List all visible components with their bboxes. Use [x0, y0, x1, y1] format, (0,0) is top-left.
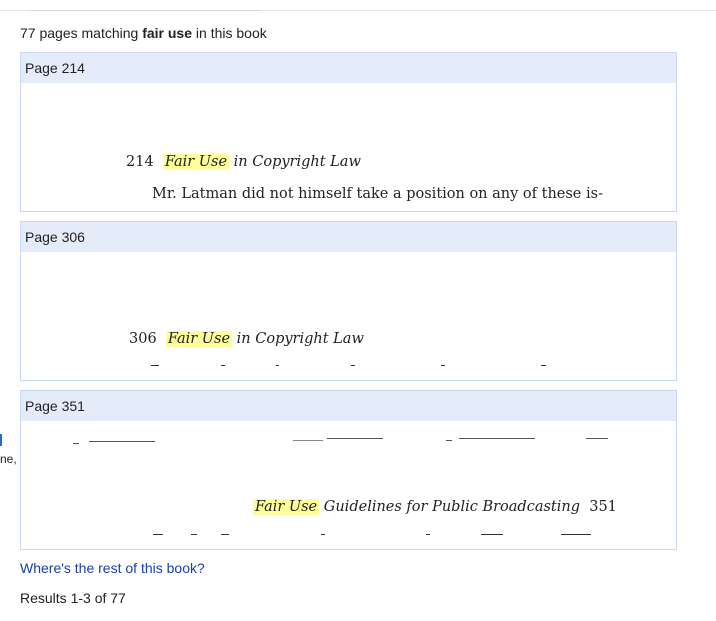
page-number: 306	[129, 331, 157, 347]
cutoff-text-fragment	[191, 534, 197, 535]
snippet-text: Mr. Latman did not himself take a positi…	[152, 186, 603, 202]
cutoff-text-fragment	[153, 534, 163, 535]
match-summary: 77 pages matching fair use in this book	[20, 25, 267, 41]
result-page-label[interactable]: Page 306	[21, 222, 676, 252]
scan-artifact	[293, 440, 323, 441]
result-page-214[interactable]: Page 214 214 Fair Use in Copyright Law M…	[20, 52, 677, 212]
page-number: 214	[126, 154, 154, 170]
match-summary-prefix: 77 pages matching	[20, 25, 139, 41]
scan-artifact	[327, 438, 383, 439]
rest-of-book-link[interactable]: Where's the rest of this book?	[20, 560, 205, 576]
left-edge-text-fragment: ne,	[0, 452, 17, 466]
cutoff-text-fragment	[221, 365, 225, 366]
result-page-label[interactable]: Page 214	[21, 53, 676, 83]
cutoff-text-fragment	[481, 534, 503, 535]
query-highlight: Fair Use	[162, 154, 230, 170]
result-page-306[interactable]: Page 306 306 Fair Use in Copyright Law	[20, 221, 677, 381]
search-in-book-results: 77 pages matching fair use in this book …	[0, 0, 716, 621]
page-snippet-image[interactable]: 214 Fair Use in Copyright Law Mr. Latman…	[21, 83, 676, 211]
scan-artifact	[89, 441, 155, 442]
left-edge-marker	[0, 434, 2, 446]
result-page-label[interactable]: Page 351	[21, 391, 676, 421]
page-snippet-image[interactable]: 306 Fair Use in Copyright Law	[21, 252, 676, 380]
result-page-351[interactable]: Page 351 Fair Use Guidelines for Public …	[20, 390, 677, 550]
scan-artifact	[586, 438, 608, 439]
cutoff-text-fragment	[561, 534, 591, 535]
snippet-text: Guidelines for Public Broadcasting	[323, 499, 580, 515]
cutoff-text-fragment	[426, 534, 430, 535]
match-summary-query: fair use	[142, 25, 193, 41]
snippet-text: in Copyright Law	[236, 331, 364, 347]
query-highlight: Fair Use	[165, 331, 233, 347]
cutoff-text-fragment	[351, 365, 355, 366]
page-snippet-image[interactable]: Fair Use Guidelines for Public Broadcast…	[21, 421, 676, 549]
match-summary-suffix: in this book	[195, 25, 267, 41]
cutoff-text-fragment	[321, 534, 325, 535]
cutoff-text-fragment	[441, 365, 445, 366]
cutoff-text-fragment	[221, 534, 229, 535]
scan-artifact	[446, 440, 452, 441]
cutoff-text-fragment	[541, 365, 546, 366]
top-divider-stub	[30, 0, 260, 11]
scan-artifact	[459, 438, 535, 439]
page-number: 351	[589, 499, 617, 515]
snippet-line: Mr. Latman did not himself take a positi…	[152, 186, 603, 202]
snippet-text: in Copyright Law	[233, 154, 361, 170]
snippet-line: Fair Use Guidelines for Public Broadcast…	[253, 499, 617, 515]
query-highlight: Fair Use	[253, 499, 320, 515]
cutoff-text-fragment	[276, 365, 279, 366]
snippet-line: 306 Fair Use in Copyright Law	[129, 331, 364, 347]
scan-artifact	[73, 443, 79, 444]
snippet-line: 214 Fair Use in Copyright Law	[126, 154, 361, 170]
cutoff-text-fragment	[151, 365, 159, 366]
results-count: Results 1-3 of 77	[20, 590, 126, 606]
